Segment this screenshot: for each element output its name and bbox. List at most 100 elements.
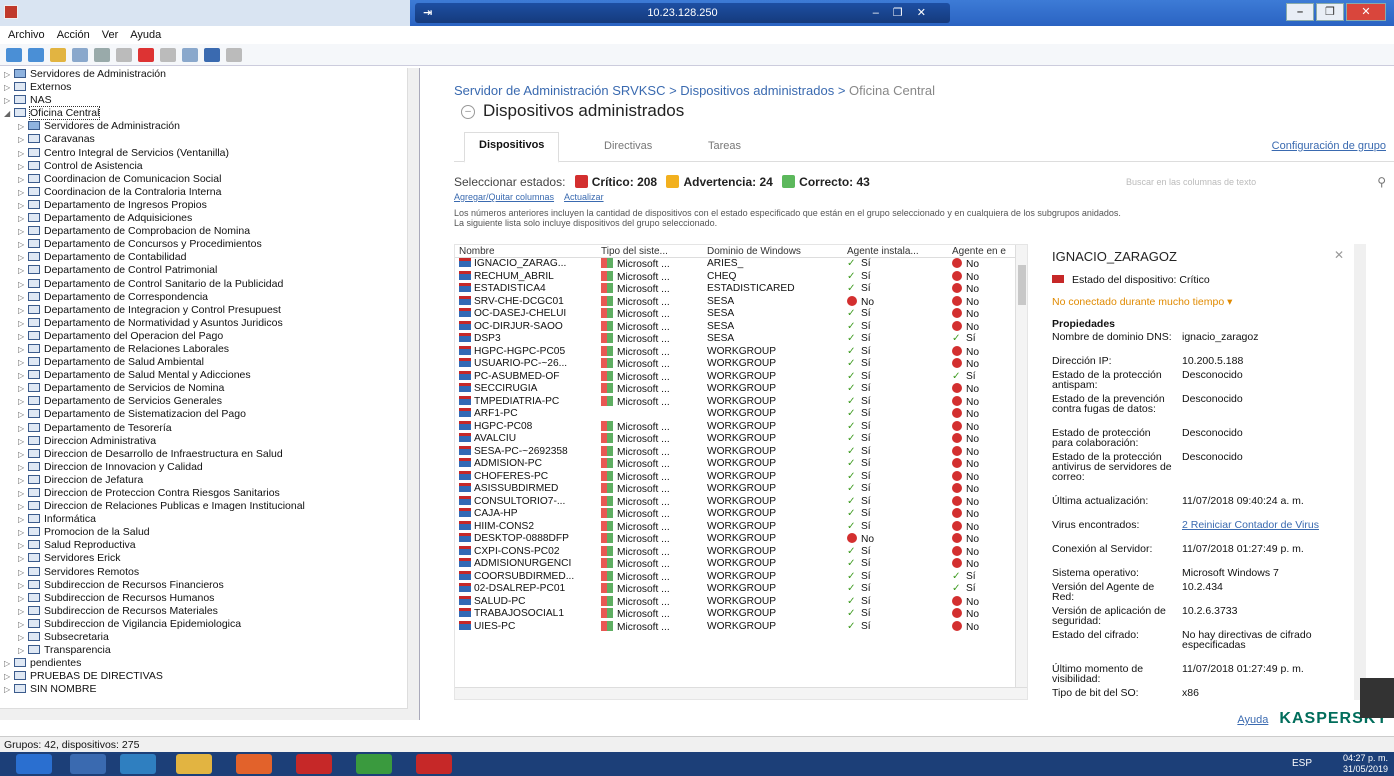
menu-ver[interactable]: Ver bbox=[102, 26, 119, 44]
tree-node[interactable]: ▷ Direccion de Desarrollo de Infraestruct… bbox=[0, 448, 419, 461]
expand-arrow-icon[interactable]: ◢ bbox=[4, 107, 14, 120]
forward-icon[interactable] bbox=[28, 47, 44, 62]
pin-icon[interactable]: ⇥ bbox=[423, 3, 432, 23]
back-icon[interactable] bbox=[6, 47, 22, 62]
expand-arrow-icon[interactable]: ▷ bbox=[18, 317, 28, 330]
expand-arrow-icon[interactable]: ▷ bbox=[18, 474, 28, 487]
firefox-icon[interactable] bbox=[236, 754, 272, 774]
ok-count[interactable]: Correcto: 43 bbox=[799, 175, 870, 189]
cut-icon[interactable] bbox=[94, 47, 110, 62]
table-row[interactable]: HGPC-HGPC-PC05 Microsoft ... WORKGROUP ✓ Sí N… bbox=[455, 345, 1027, 359]
group-config-link[interactable]: Configuración de grupo bbox=[1272, 140, 1386, 152]
critical-count[interactable]: Crítico: 208 bbox=[592, 175, 657, 189]
start-icon[interactable] bbox=[16, 754, 52, 774]
tree-node[interactable]: ▷ Departamento de Control Sanitario de la… bbox=[0, 278, 419, 291]
server-manager-icon[interactable] bbox=[70, 754, 106, 774]
search-input[interactable]: Buscar en las columnas de texto ⚲ bbox=[1126, 174, 1386, 190]
expand-arrow-icon[interactable]: ▷ bbox=[18, 435, 28, 448]
tree-node[interactable]: ▷ Centro Integral de Servicios (Ventanill… bbox=[0, 147, 419, 160]
tree-node[interactable]: ▷ Promocion de la Salud bbox=[0, 526, 419, 539]
tree-node[interactable]: ▷ Subdireccion de Recursos Materiales bbox=[0, 605, 419, 618]
tree-node[interactable]: ▷ Direccion de Innovacion y Calidad bbox=[0, 461, 419, 474]
table-row[interactable]: CXPI-CONS-PC02 Microsoft ... WORKGROUP ✓ Sí N… bbox=[455, 545, 1027, 559]
tree-node[interactable]: ▷ pendientes bbox=[0, 657, 419, 670]
table-row[interactable]: ARF1-PC WORKGROUP ✓ Sí No bbox=[455, 408, 1027, 421]
expand-arrow-icon[interactable]: ▷ bbox=[18, 644, 28, 657]
expand-arrow-icon[interactable]: ▷ bbox=[18, 579, 28, 592]
tree-node[interactable]: ▷ Subdireccion de Vigilancia Epidemiologi… bbox=[0, 618, 419, 631]
table-row[interactable]: OC-DIRJUR-SAOO Microsoft ... SESA ✓ Sí No bbox=[455, 320, 1027, 334]
ok-checkbox[interactable] bbox=[782, 175, 796, 188]
tree-node[interactable]: ▷ Departamento de Salud Mental y Adiccion… bbox=[0, 369, 419, 382]
col-dominio[interactable]: Dominio de Windows bbox=[707, 245, 842, 258]
table-row[interactable]: OC-DASEJ-CHELUI Microsoft ... SESA ✓ Sí No bbox=[455, 308, 1027, 321]
tree-node[interactable]: ▷ Direccion Administrativa bbox=[0, 435, 419, 448]
tree-node[interactable]: ▷ PRUEBAS DE DIRECTIVAS bbox=[0, 670, 419, 683]
tree-node[interactable]: ▷ Control de Asistencia bbox=[0, 160, 419, 173]
menu-archivo[interactable]: Archivo bbox=[8, 26, 45, 44]
tree-node[interactable]: ▷ Direccion de Relaciones Publicas e Imag… bbox=[0, 500, 419, 513]
add-remove-columns-link[interactable]: Agregar/Quitar columnas bbox=[454, 192, 554, 202]
rdp-connection-bar[interactable]: ⇥ 10.23.128.250 –❐✕ bbox=[415, 3, 950, 23]
powershell-icon[interactable] bbox=[120, 754, 156, 774]
tree-node[interactable]: ▷ Departamento de Ingresos Propios bbox=[0, 199, 419, 212]
menu-accion[interactable]: Acción bbox=[57, 26, 90, 44]
table-row[interactable]: DSP3 Microsoft ... SESA ✓ Sí ✓ Sí bbox=[455, 333, 1027, 346]
expand-arrow-icon[interactable]: ▷ bbox=[18, 251, 28, 264]
tree-node[interactable]: ▷ Subdireccion de Recursos Humanos bbox=[0, 592, 419, 605]
tree-node[interactable]: ▷ Informática bbox=[0, 513, 419, 526]
expand-arrow-icon[interactable]: ▷ bbox=[18, 605, 28, 618]
expand-arrow-icon[interactable]: ▷ bbox=[18, 173, 28, 186]
tree-node[interactable]: ▷ Servidores de Administración bbox=[0, 120, 419, 133]
tree-node[interactable]: ▷ Salud Reproductiva bbox=[0, 539, 419, 552]
kaspersky-app-icon[interactable] bbox=[296, 754, 332, 774]
expand-arrow-icon[interactable]: ▷ bbox=[18, 199, 28, 212]
table-row[interactable]: TMPEDIATRIA-PC Microsoft ... WORKGROUP ✓ Sí N… bbox=[455, 395, 1027, 409]
table-row[interactable]: 02-DSALREP-PC01 Microsoft ... WORKGROUP ✓ Sí… bbox=[455, 583, 1027, 596]
expand-arrow-icon[interactable]: ▷ bbox=[18, 186, 28, 199]
col-tipo[interactable]: Tipo del siste... bbox=[601, 245, 706, 258]
warning-count[interactable]: Advertencia: 24 bbox=[683, 175, 772, 189]
tree-node[interactable]: ▷ Servidores Remotos bbox=[0, 566, 419, 579]
collapse-icon[interactable]: – bbox=[461, 105, 475, 119]
tree-node[interactable]: ▷ Departamento de Contabilidad bbox=[0, 251, 419, 264]
table-row[interactable]: ADMISION-PC Microsoft ... WORKGROUP ✓ Sí No bbox=[455, 458, 1027, 471]
tree-node[interactable]: ▷ Direccion de Jefatura bbox=[0, 474, 419, 487]
expand-arrow-icon[interactable]: ▷ bbox=[18, 408, 28, 421]
expand-arrow-icon[interactable]: ▷ bbox=[18, 278, 28, 291]
table-row[interactable]: HGPC-PC08 Microsoft ... WORKGROUP ✓ Sí No bbox=[455, 420, 1027, 434]
language-indicator[interactable]: ESP bbox=[1292, 758, 1312, 769]
expand-arrow-icon[interactable]: ▷ bbox=[18, 120, 28, 133]
table-row[interactable]: AVALCIU Microsoft ... WORKGROUP ✓ Sí No bbox=[455, 433, 1027, 446]
tree-node[interactable]: ▷ Transparencia bbox=[0, 644, 419, 657]
side-button[interactable] bbox=[1360, 678, 1394, 718]
table-row[interactable]: ASISSUBDIRMED Microsoft ... WORKGROUP ✓ Sí No bbox=[455, 483, 1027, 496]
rdp-controls[interactable]: –❐✕ bbox=[873, 3, 940, 23]
property-value[interactable]: 2 Reiniciar Contador de Virus bbox=[1182, 520, 1357, 531]
warning-expander[interactable]: No conectado durante mucho tiempo ▾ bbox=[1052, 296, 1232, 308]
table-row[interactable]: UIES-PC Microsoft ... WORKGROUP ✓ Sí No bbox=[455, 620, 1027, 634]
expand-arrow-icon[interactable]: ▷ bbox=[18, 382, 28, 395]
kaspersky-console-icon[interactable] bbox=[416, 754, 452, 774]
expand-arrow-icon[interactable]: ▷ bbox=[18, 291, 28, 304]
table-row[interactable]: USUARIO-PC-~26... Microsoft ... WORKGROUP ✓… bbox=[455, 358, 1027, 371]
table-row[interactable]: ESTADISTICA4 Microsoft ... ESTADISTICARED ✓… bbox=[455, 283, 1027, 296]
tree-node[interactable]: ▷ Departamento de Adquisiciones bbox=[0, 212, 419, 225]
expand-arrow-icon[interactable]: ▷ bbox=[18, 552, 28, 565]
expand-arrow-icon[interactable]: ▷ bbox=[18, 160, 28, 173]
tree-node[interactable]: ▷ Departamento de Concursos y Procedimien… bbox=[0, 238, 419, 251]
table-row[interactable]: CONSULTORIO7-... Microsoft ... WORKGROUP ✓ S… bbox=[455, 495, 1027, 509]
col-nombre[interactable]: Nombre bbox=[459, 245, 597, 258]
tree-node[interactable]: ▷ SIN NOMBRE bbox=[0, 683, 419, 696]
tree-node[interactable]: ▷ Subsecretaria bbox=[0, 631, 419, 644]
expand-arrow-icon[interactable]: ▷ bbox=[18, 356, 28, 369]
tree-node[interactable]: ▷ Departamento de Servicios de Nomina bbox=[0, 382, 419, 395]
expand-arrow-icon[interactable]: ▷ bbox=[4, 94, 14, 107]
tree-node[interactable]: ▷ Departamento de Servicios Generales bbox=[0, 395, 419, 408]
tree-node[interactable]: ▷ Direccion de Proteccion Contra Riesgos … bbox=[0, 487, 419, 500]
expand-arrow-icon[interactable]: ▷ bbox=[18, 304, 28, 317]
tree-node[interactable]: ▷ Departamento de Relaciones Laborales bbox=[0, 343, 419, 356]
table-row[interactable]: SRV-CHE-DCGC01 Microsoft ... SESA No No bbox=[455, 295, 1027, 309]
table-row[interactable]: RECHUM_ABRIL Microsoft ... CHEQ ✓ Sí No bbox=[455, 270, 1027, 284]
expand-arrow-icon[interactable]: ▷ bbox=[18, 487, 28, 500]
